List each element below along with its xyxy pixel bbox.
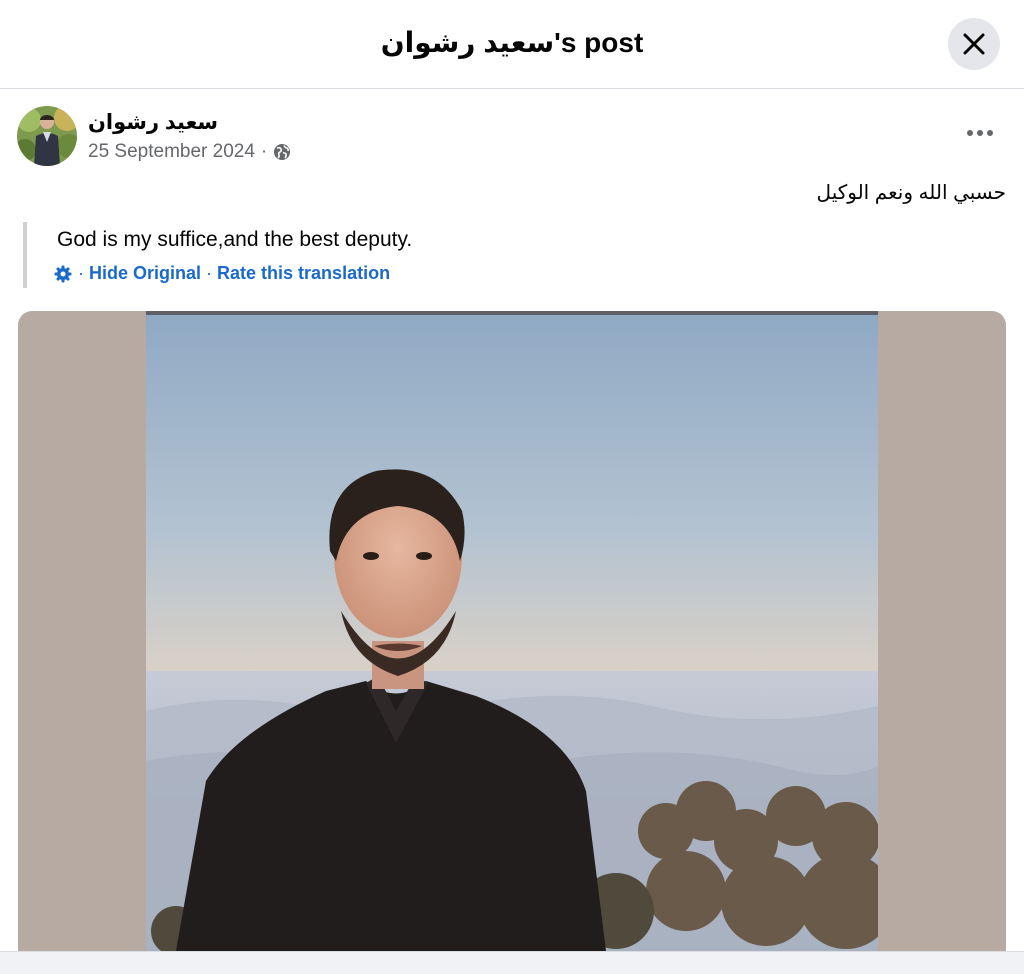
dialog-header: سعيد رشوان's post (0, 0, 1024, 89)
dialog-title: سعيد رشوان's post (380, 27, 644, 58)
post-text: حسبي الله ونعم الوكيل (816, 182, 1006, 204)
gear-icon[interactable] (53, 264, 73, 284)
post-photo[interactable] (146, 311, 878, 951)
meta-separator: · (260, 141, 268, 162)
more-icon (967, 130, 993, 136)
post-media-frame[interactable] (18, 311, 1006, 951)
post-date[interactable]: 25 September 2024 (88, 141, 255, 163)
close-button[interactable] (948, 18, 1000, 70)
rate-translation-link[interactable]: Rate this translation (217, 263, 390, 284)
more-options-button[interactable] (958, 118, 1002, 148)
close-icon (963, 33, 985, 55)
translation-actions: · Hide Original · Rate this translation (53, 263, 390, 284)
author-avatar[interactable] (17, 106, 77, 166)
author-name[interactable]: سعيد رشوان (88, 110, 218, 135)
globe-icon (274, 144, 291, 160)
action-separator: · (206, 263, 213, 283)
post-meta: 25 September 2024 · (88, 140, 291, 164)
hide-original-link[interactable]: Hide Original (89, 263, 201, 284)
bottom-bar (0, 951, 1024, 974)
translation-text: God is my suffice,and the best deputy. (57, 228, 413, 251)
action-separator: · (78, 263, 84, 283)
translation-block: God is my suffice,and the best deputy. ·… (23, 222, 623, 288)
